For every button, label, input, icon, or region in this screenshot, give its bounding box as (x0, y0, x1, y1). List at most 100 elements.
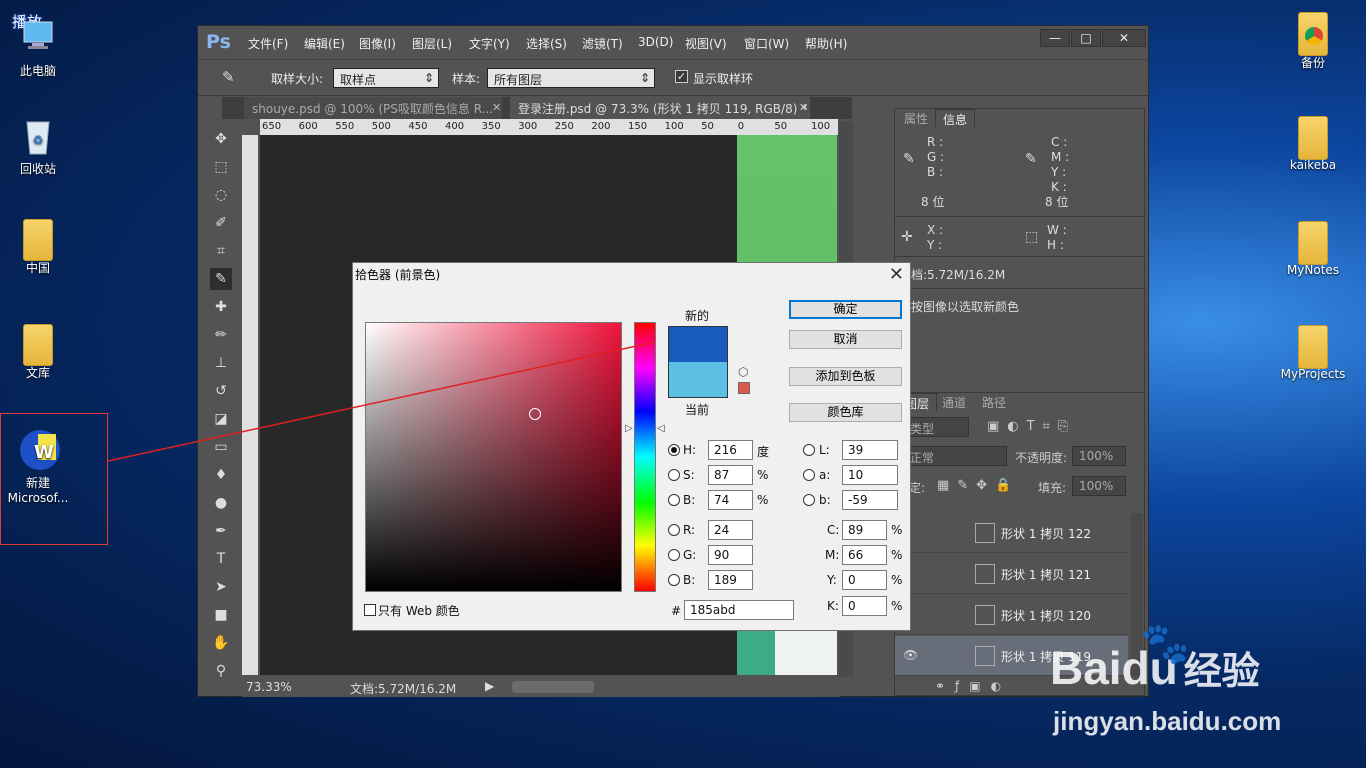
a-input[interactable]: 10 (842, 465, 898, 485)
s-radio[interactable] (668, 469, 680, 481)
hex-input[interactable]: 185abd (684, 600, 794, 620)
brush-tool-icon[interactable]: ✏ (210, 324, 232, 346)
tab-channels[interactable]: 通道 (935, 393, 973, 411)
lock-icons[interactable]: ▦✎✥🔒 (937, 478, 1019, 493)
desktop-icon-recycle-bin[interactable]: ♻ 回收站 (0, 114, 76, 177)
dodge-tool-icon[interactable]: ● (210, 492, 232, 514)
tab-login-register[interactable]: 登录注册.psd @ 73.3% (形状 1 拷贝 119, RGB/8) * (510, 97, 810, 119)
layer-filter-select[interactable]: 类型 (903, 417, 969, 437)
tab-info[interactable]: 信息 (935, 109, 976, 127)
cmyk-y-input[interactable]: 0 (842, 570, 887, 590)
cube-icon[interactable]: ⬡ (738, 365, 748, 379)
shape-tool-icon[interactable]: ■ (210, 604, 232, 626)
color-marker[interactable] (529, 408, 541, 420)
sample-size-select[interactable]: 取样点 ⇕ (333, 68, 439, 88)
lab-b-radio[interactable] (803, 494, 815, 506)
menu-type[interactable]: 文字(Y) (469, 35, 510, 52)
gradient-tool-icon[interactable]: ▭ (210, 436, 232, 458)
close-button[interactable]: ✕ (1102, 29, 1146, 47)
move-tool-icon[interactable]: ✥ (210, 128, 232, 150)
desktop-icon-beifen[interactable]: 备份 (1275, 12, 1351, 71)
menu-3d[interactable]: 3D(D) (638, 35, 673, 49)
l-radio[interactable] (803, 444, 815, 456)
layer-row[interactable]: 形状 1 拷贝 122 (895, 513, 1128, 553)
ok-button[interactable]: 确定 (789, 300, 902, 319)
color-libraries-button[interactable]: 颜色库 (789, 403, 902, 422)
web-warning-swatch[interactable] (738, 382, 750, 394)
maximize-button[interactable]: □ (1071, 29, 1101, 47)
type-tool-icon[interactable]: T (210, 548, 232, 570)
lab-b-input[interactable]: -59 (842, 490, 898, 510)
menu-image[interactable]: 图像(I) (359, 35, 396, 52)
g-radio[interactable] (668, 549, 680, 561)
path-select-tool-icon[interactable]: ➤ (210, 576, 232, 598)
hue-arrow-left-icon[interactable]: ▷ (625, 423, 633, 434)
close-tab-icon[interactable]: ✕ (799, 101, 808, 114)
close-icon[interactable]: ✕ (889, 264, 904, 285)
close-tab-icon[interactable]: ✕ (492, 101, 501, 114)
pen-tool-icon[interactable]: ✒ (210, 520, 232, 542)
h-radio[interactable] (668, 444, 680, 456)
b-input[interactable]: 74 (708, 490, 753, 510)
layer-row[interactable]: 形状 1 拷贝 121 (895, 554, 1128, 594)
opacity-input[interactable]: 100% (1072, 446, 1126, 466)
history-brush-tool-icon[interactable]: ↺ (210, 380, 232, 402)
desktop-icon-myprojects[interactable]: MyProjects (1275, 325, 1351, 381)
menu-view[interactable]: 视图(V) (685, 35, 727, 52)
tab-properties[interactable]: 属性 (897, 109, 935, 127)
l-input[interactable]: 39 (842, 440, 898, 460)
status-arrow-icon[interactable]: ▶ (485, 679, 494, 693)
saturation-brightness-field[interactable] (365, 322, 622, 592)
desktop-icon-zhongguo[interactable]: 中国 (0, 219, 76, 276)
desktop-icon-this-pc[interactable]: 此电脑 (0, 16, 76, 79)
layer-row[interactable]: 形状 1 拷贝 120 (895, 595, 1128, 635)
quick-select-tool-icon[interactable]: ✐ (210, 212, 232, 234)
blur-tool-icon[interactable]: ♦ (210, 464, 232, 486)
show-ring-checkbox[interactable]: ✓ (675, 70, 688, 83)
hand-tool-icon[interactable]: ✋ (210, 632, 232, 654)
hue-arrow-right-icon[interactable]: ◁ (657, 423, 665, 434)
hue-slider[interactable] (634, 322, 656, 592)
zoom-level[interactable]: 73.33% (246, 680, 292, 694)
add-to-swatches-button[interactable]: 添加到色板 (789, 367, 902, 386)
menu-filter[interactable]: 滤镜(T) (582, 35, 623, 52)
crop-tool-icon[interactable]: ⌗ (210, 240, 232, 262)
menu-window[interactable]: 窗口(W) (744, 35, 789, 52)
menu-layer[interactable]: 图层(L) (412, 35, 452, 52)
a-radio[interactable] (803, 469, 815, 481)
r-input[interactable]: 24 (708, 520, 753, 540)
tab-shouye[interactable]: shouye.psd @ 100% (PS吸取颜色信息 R... (244, 97, 502, 119)
m-input[interactable]: 66 (842, 545, 887, 565)
stamp-tool-icon[interactable]: ⊥ (210, 352, 232, 374)
b-radio[interactable] (668, 494, 680, 506)
eraser-tool-icon[interactable]: ◪ (210, 408, 232, 430)
current-color-swatch[interactable] (668, 362, 728, 398)
eyedropper-tool-icon[interactable]: ✎ (210, 268, 232, 290)
tab-paths[interactable]: 路径 (975, 393, 1013, 411)
healing-brush-tool-icon[interactable]: ✚ (210, 296, 232, 318)
web-only-checkbox[interactable] (364, 604, 376, 616)
zoom-tool-icon[interactable]: ⚲ (210, 660, 232, 682)
menu-edit[interactable]: 编辑(E) (304, 35, 345, 52)
fill-input[interactable]: 100% (1072, 476, 1126, 496)
k-input[interactable]: 0 (842, 596, 887, 616)
cancel-button[interactable]: 取消 (789, 330, 902, 349)
lasso-tool-icon[interactable]: ◌ (210, 184, 232, 206)
eye-icon[interactable]: 👁 (903, 648, 918, 662)
g-input[interactable]: 90 (708, 545, 753, 565)
menu-file[interactable]: 文件(F) (248, 35, 288, 52)
minimize-button[interactable]: — (1040, 29, 1070, 47)
filter-icons[interactable]: ▣◐T⌗⎘ (987, 419, 1076, 434)
desktop-icon-mynotes[interactable]: MyNotes (1275, 221, 1351, 277)
menu-help[interactable]: 帮助(H) (805, 35, 847, 52)
c-input[interactable]: 89 (842, 520, 887, 540)
h-input[interactable]: 216 (708, 440, 753, 460)
layer-footer-icons[interactable]: ⚭ƒ▣◐ (935, 679, 1011, 693)
s-input[interactable]: 87 (708, 465, 753, 485)
desktop-icon-word-doc[interactable]: W 新建 Microsof... (0, 428, 76, 505)
sample-select[interactable]: 所有图层 ⇕ (487, 68, 655, 88)
blue-input[interactable]: 189 (708, 570, 753, 590)
r-radio[interactable] (668, 524, 680, 536)
blend-mode-select[interactable]: 正常 (903, 446, 1007, 466)
desktop-icon-wenku[interactable]: 文库 (0, 324, 76, 381)
